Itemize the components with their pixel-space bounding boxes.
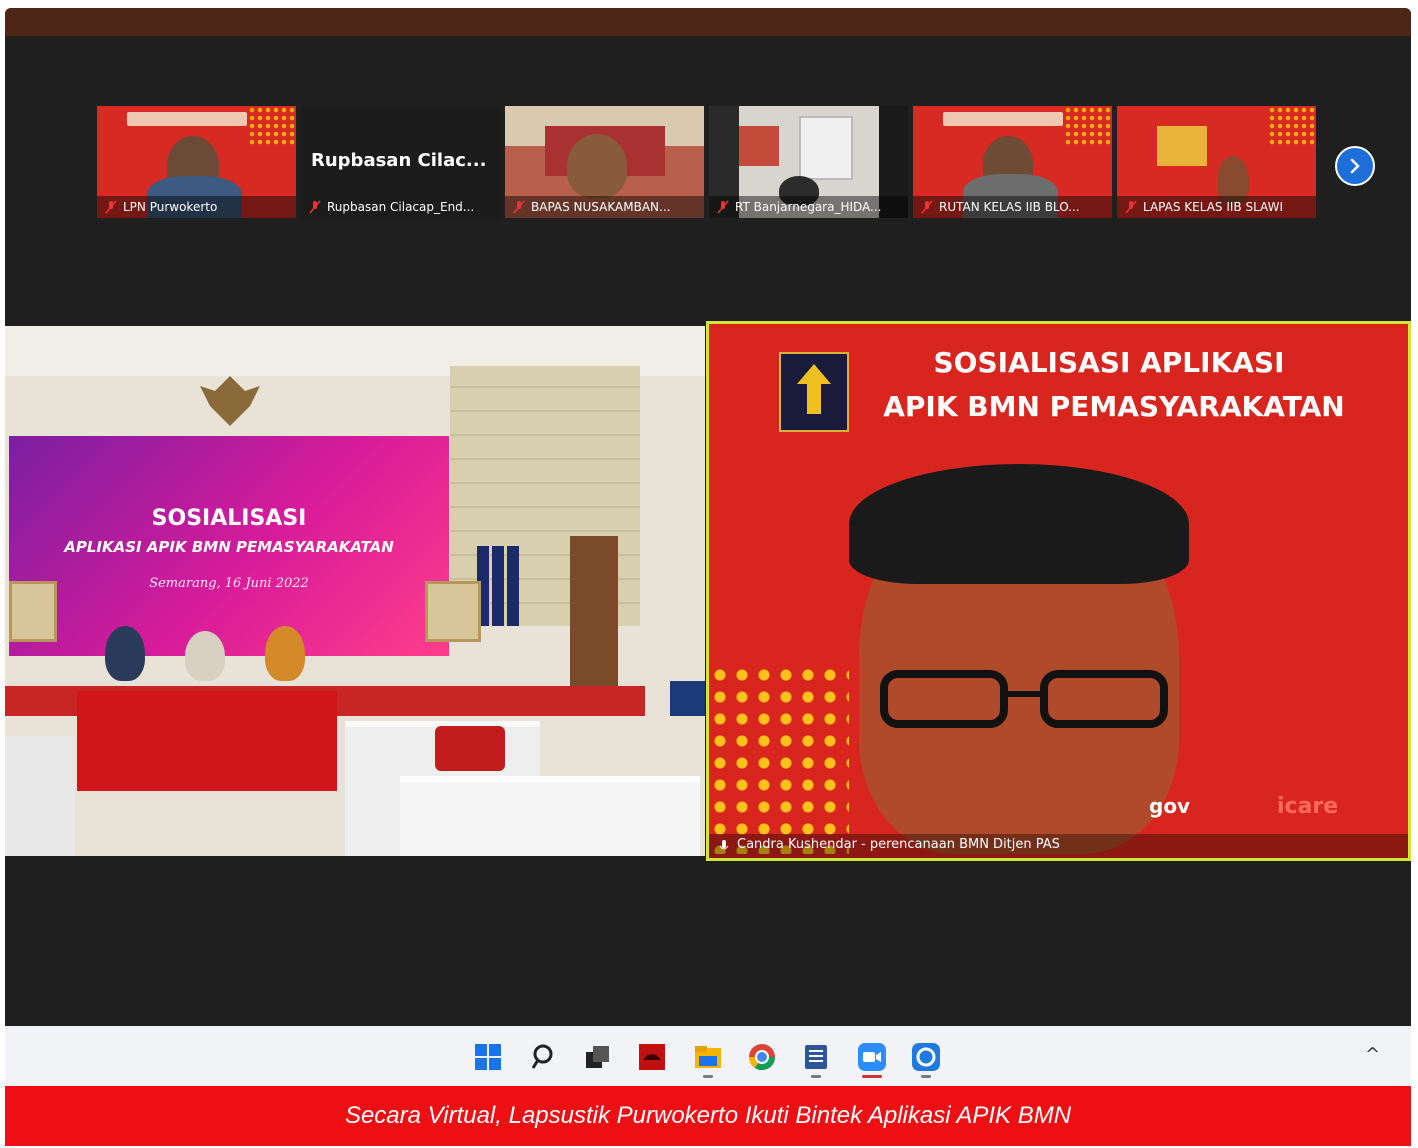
garuda-emblem: [195, 371, 265, 431]
slide-mini-title: [943, 112, 1063, 126]
participant-label: RUTAN KELAS IIB BLO...: [913, 196, 1112, 218]
slide-decoration-dots: [709, 664, 849, 854]
slide-title-line1: SOSIALISASI APLIKASI: [933, 346, 1285, 379]
participant-strip: LPN Purwokerto Rupbasan Cilac... Rupbasa…: [97, 106, 1377, 218]
panelist: [265, 626, 305, 681]
room-curtain: [1157, 126, 1207, 166]
participant-name: RT Banjarnegara_HIDA...: [735, 200, 882, 214]
participant-label: Rupbasan Cilacap_End...: [301, 196, 500, 218]
screen-date: Semarang, 16 Juni 2022: [149, 576, 309, 591]
portrait-frame: [425, 581, 481, 642]
running-indicator: [921, 1075, 931, 1078]
word-icon[interactable]: [801, 1042, 831, 1072]
sync-icon[interactable]: [911, 1042, 941, 1072]
slide-title-line2: APIK BMN PEMASYARAKATAN: [883, 390, 1345, 423]
screen-subtitle: APLIKASI APIK BMN PEMASYARAKATAN: [64, 538, 394, 556]
participant-name: Rupbasan Cilacap_End...: [327, 200, 475, 214]
mic-muted-icon: [309, 200, 321, 214]
panelist: [105, 626, 145, 681]
speaker-hair: [849, 464, 1189, 584]
red-table: [77, 691, 337, 791]
slide-mini-title: [127, 112, 247, 126]
windows-taskbar: ^: [5, 1026, 1411, 1086]
window-top-bar: [5, 8, 1411, 36]
chrome-icon[interactable]: [747, 1042, 777, 1072]
screenshot-frame: LPN Purwokerto Rupbasan Cilac... Rupbasa…: [5, 8, 1411, 1146]
windows-start-icon[interactable]: [473, 1042, 503, 1072]
slide-decoration: [1268, 106, 1316, 146]
active-indicator: [862, 1075, 882, 1078]
participant-name: LPN Purwokerto: [123, 200, 218, 214]
glasses-icon: [874, 664, 1174, 734]
task-view-icon[interactable]: [583, 1042, 613, 1072]
mic-muted-icon: [1125, 200, 1137, 214]
portrait-frame: [9, 581, 57, 642]
next-page-button[interactable]: [1335, 146, 1375, 186]
participant-label: RT Banjarnegara_HIDA...: [709, 196, 908, 218]
app-red-icon[interactable]: [637, 1042, 667, 1072]
file-explorer-icon[interactable]: [693, 1042, 723, 1072]
speaker-name: Candra Kushendar - perencanaan BMN Ditje…: [737, 837, 1060, 852]
participant-tile[interactable]: LPN Purwokerto: [97, 106, 296, 218]
monitor: [670, 681, 705, 716]
led-screen: SOSIALISASI APLIKASI APIK BMN PEMASYARAK…: [9, 436, 449, 656]
participant-label: BAPAS NUSAKAMBAN...: [505, 196, 704, 218]
desk: [5, 736, 75, 856]
mic-muted-icon: [717, 200, 729, 214]
mic-muted-icon: [921, 200, 933, 214]
participant-tile[interactable]: BAPAS NUSAKAMBAN...: [505, 106, 704, 218]
zoom-icon[interactable]: [857, 1042, 887, 1072]
running-indicator: [811, 1075, 821, 1078]
slide-decoration: [248, 106, 296, 146]
video-tile-room[interactable]: SOSIALISASI APLIKASI APIK BMN PEMASYARAK…: [5, 326, 705, 856]
panelist: [185, 631, 225, 681]
participant-label: LPN Purwokerto: [97, 196, 296, 218]
mic-muted-icon: [105, 200, 117, 214]
tray-chevron-icon[interactable]: ^: [1365, 1044, 1380, 1065]
participant-tile[interactable]: RT Banjarnegara_HIDA...: [709, 106, 908, 218]
participant-name: RUTAN KELAS IIB BLO...: [939, 200, 1080, 214]
search-icon[interactable]: [529, 1042, 559, 1072]
participant-name: LAPAS KELAS IIB SLAWI: [1143, 200, 1283, 214]
participant-video: [567, 134, 627, 198]
kemenkumham-logo: [779, 352, 849, 432]
participant-display-name: Rupbasan Cilac...: [311, 150, 487, 171]
caption-text: Secara Virtual, Lapsustik Purwokerto Iku…: [344, 1102, 1072, 1129]
gov-logo: gov: [1149, 794, 1191, 818]
screen-title: SOSIALISASI: [151, 506, 307, 531]
speaker-label-bar: Candra Kushendar - perencanaan BMN Ditje…: [709, 834, 1408, 858]
office-window: [799, 116, 853, 180]
office-poster: [739, 126, 779, 166]
slide-decoration: [1064, 106, 1112, 146]
participant-label: LAPAS KELAS IIB SLAWI: [1117, 196, 1316, 218]
mic-icon: [719, 840, 729, 850]
active-speaker-tile[interactable]: SOSIALISASI APLIKASI APIK BMN PEMASYARAK…: [706, 321, 1411, 861]
chair: [435, 726, 505, 771]
desk: [400, 776, 700, 856]
participant-tile[interactable]: Rupbasan Cilac... Rupbasan Cilacap_End..…: [301, 106, 500, 218]
participant-tile[interactable]: LAPAS KELAS IIB SLAWI: [1117, 106, 1316, 218]
participant-tile[interactable]: RUTAN KELAS IIB BLO...: [913, 106, 1112, 218]
caption-banner: Secara Virtual, Lapsustik Purwokerto Iku…: [5, 1086, 1411, 1146]
running-indicator: [703, 1075, 713, 1078]
door: [570, 536, 618, 696]
participant-name: BAPAS NUSAKAMBAN...: [531, 200, 671, 214]
icare-logo: icare: [1277, 794, 1339, 819]
chevron-right-icon: [1350, 158, 1360, 174]
mic-muted-icon: [513, 200, 525, 214]
